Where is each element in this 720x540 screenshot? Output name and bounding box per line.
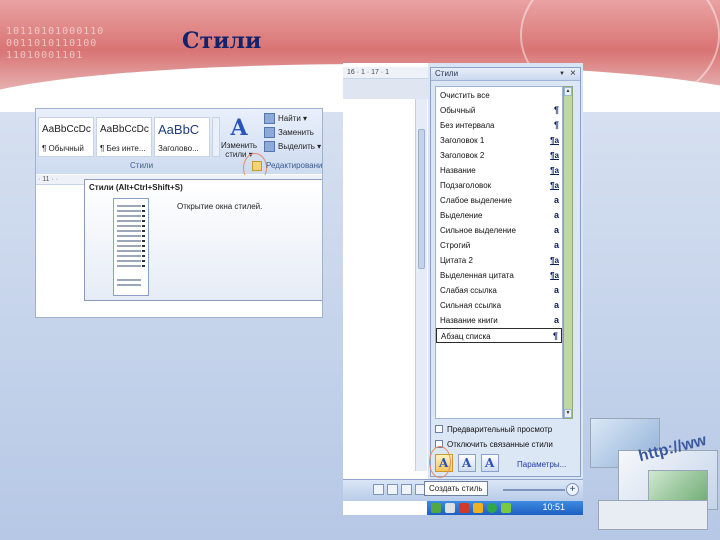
slide-title: Стили: [182, 28, 262, 54]
style-item[interactable]: Слабая ссылка a: [436, 283, 562, 298]
web-illustration: http://ww: [588, 410, 720, 540]
style-item[interactable]: Цитата 2 ¶a: [436, 253, 562, 268]
style-item-selected[interactable]: Абзац списка ¶: [436, 328, 562, 343]
scroll-down-icon[interactable]: ▼: [564, 409, 572, 418]
tray-icon[interactable]: [473, 503, 483, 513]
style-gallery-normal[interactable]: AaBbCcDc ¶ Обычный: [38, 117, 94, 157]
style-item[interactable]: Без интервала ¶: [436, 118, 562, 133]
style-list-scrollbar[interactable]: ▲ ▼: [563, 86, 573, 419]
tooltip-description: Открытие окна стилей.: [177, 202, 263, 211]
style-item-clear-all[interactable]: Очистить все: [436, 88, 562, 103]
find-button[interactable]: Найти ▾: [264, 112, 321, 126]
checkbox-icon: [435, 425, 443, 433]
pane-header: Стили ▼ ×: [431, 68, 580, 81]
tray-icon[interactable]: [431, 503, 441, 513]
pane-title: Стили: [435, 69, 459, 78]
gallery-scroll[interactable]: [212, 117, 220, 157]
styles-pane: Стили ▼ × Очистить все Обычный ¶ Без инт…: [429, 67, 581, 478]
style-gallery-no-spacing[interactable]: AaBbCcDc ¶ Без инте...: [96, 117, 152, 157]
view-print-layout-icon[interactable]: [373, 484, 384, 495]
document-area: 16 · 1 · 17 · 1: [343, 63, 428, 515]
style-inspector-icon: A: [462, 456, 472, 470]
replace-button[interactable]: Заменить: [264, 126, 321, 140]
binoculars-icon: [264, 113, 275, 125]
taskbar: 10:51: [427, 501, 583, 515]
scroll-thumb[interactable]: [418, 129, 425, 269]
disable-linked-checkbox[interactable]: Отключить связанные стили: [435, 440, 553, 449]
styles-pane-screenshot: 16 · 1 · 17 · 1 Стили ▼ × Очистить все О…: [343, 63, 583, 515]
style-item[interactable]: Сильное выделение a: [436, 223, 562, 238]
ruler: 16 · 1 · 17 · 1: [343, 67, 428, 79]
ribbon: AaBbCcDc ¶ Обычный AaBbCcDc ¶ Без инте..…: [36, 109, 323, 183]
mini-styles-pane-preview: [113, 198, 149, 296]
tray-icon[interactable]: [445, 503, 455, 513]
style-inspector-button[interactable]: A: [458, 454, 476, 472]
style-item[interactable]: Заголовок 1 ¶a: [436, 133, 562, 148]
close-icon[interactable]: ×: [570, 68, 576, 79]
style-item[interactable]: Строгий a: [436, 238, 562, 253]
ribbon-screenshot: AaBbCcDc ¶ Обычный AaBbCcDc ¶ Без инте..…: [35, 108, 323, 318]
style-gallery-heading[interactable]: AaBbC Заголово...: [154, 117, 210, 157]
pane-menu-dropdown[interactable]: ▼: [559, 71, 565, 77]
clock: 10:51: [542, 502, 565, 512]
zoom-slider[interactable]: [503, 489, 565, 491]
tray-icon[interactable]: [459, 503, 469, 513]
change-styles-icon: A: [230, 115, 248, 141]
style-item[interactable]: Заголовок 2 ¶a: [436, 148, 562, 163]
style-item[interactable]: Сильная ссылка a: [436, 298, 562, 313]
ruler-shade: [343, 79, 428, 99]
select-button[interactable]: Выделить ▾: [264, 140, 321, 154]
style-item[interactable]: Название книги a: [436, 313, 562, 328]
select-icon: [264, 141, 275, 153]
replace-icon: [264, 127, 275, 139]
tray-icon[interactable]: [501, 503, 511, 513]
style-item[interactable]: Обычный ¶: [436, 103, 562, 118]
styles-tooltip: Стили (Alt+Ctrl+Shift+S) Открытие окна с…: [84, 179, 322, 301]
manage-styles-icon: A: [485, 456, 495, 470]
tooltip-title: Стили (Alt+Ctrl+Shift+S): [89, 183, 183, 192]
style-list: Очистить все Обычный ¶ Без интервала ¶ З…: [435, 86, 563, 419]
scroll-up-icon[interactable]: ▲: [564, 87, 572, 96]
document-scrollbar[interactable]: [415, 99, 427, 471]
create-style-tooltip: Создать стиль: [424, 481, 488, 496]
tray-icon[interactable]: [487, 503, 497, 513]
banner-binary-text: 10110101000110 0011010110100 11010001101: [6, 26, 105, 61]
editing-group-label: Редактирование: [266, 161, 323, 170]
manage-styles-button[interactable]: A: [481, 454, 499, 472]
style-item[interactable]: Название ¶a: [436, 163, 562, 178]
highlight-ring: [429, 446, 451, 478]
style-item[interactable]: Подзаголовок ¶a: [436, 178, 562, 193]
view-full-screen-icon[interactable]: [387, 484, 398, 495]
styles-group-label: Стили: [130, 161, 154, 170]
zoom-in-button[interactable]: +: [566, 483, 579, 496]
view-web-icon[interactable]: [401, 484, 412, 495]
style-item[interactable]: Выделение a: [436, 208, 562, 223]
options-link[interactable]: Параметры...: [517, 460, 566, 469]
style-item[interactable]: Выделенная цитата ¶a: [436, 268, 562, 283]
style-item[interactable]: Слабое выделение a: [436, 193, 562, 208]
preview-checkbox[interactable]: Предварительный просмотр: [435, 425, 552, 434]
editing-group: Найти ▾ Заменить Выделить ▾: [264, 112, 321, 154]
